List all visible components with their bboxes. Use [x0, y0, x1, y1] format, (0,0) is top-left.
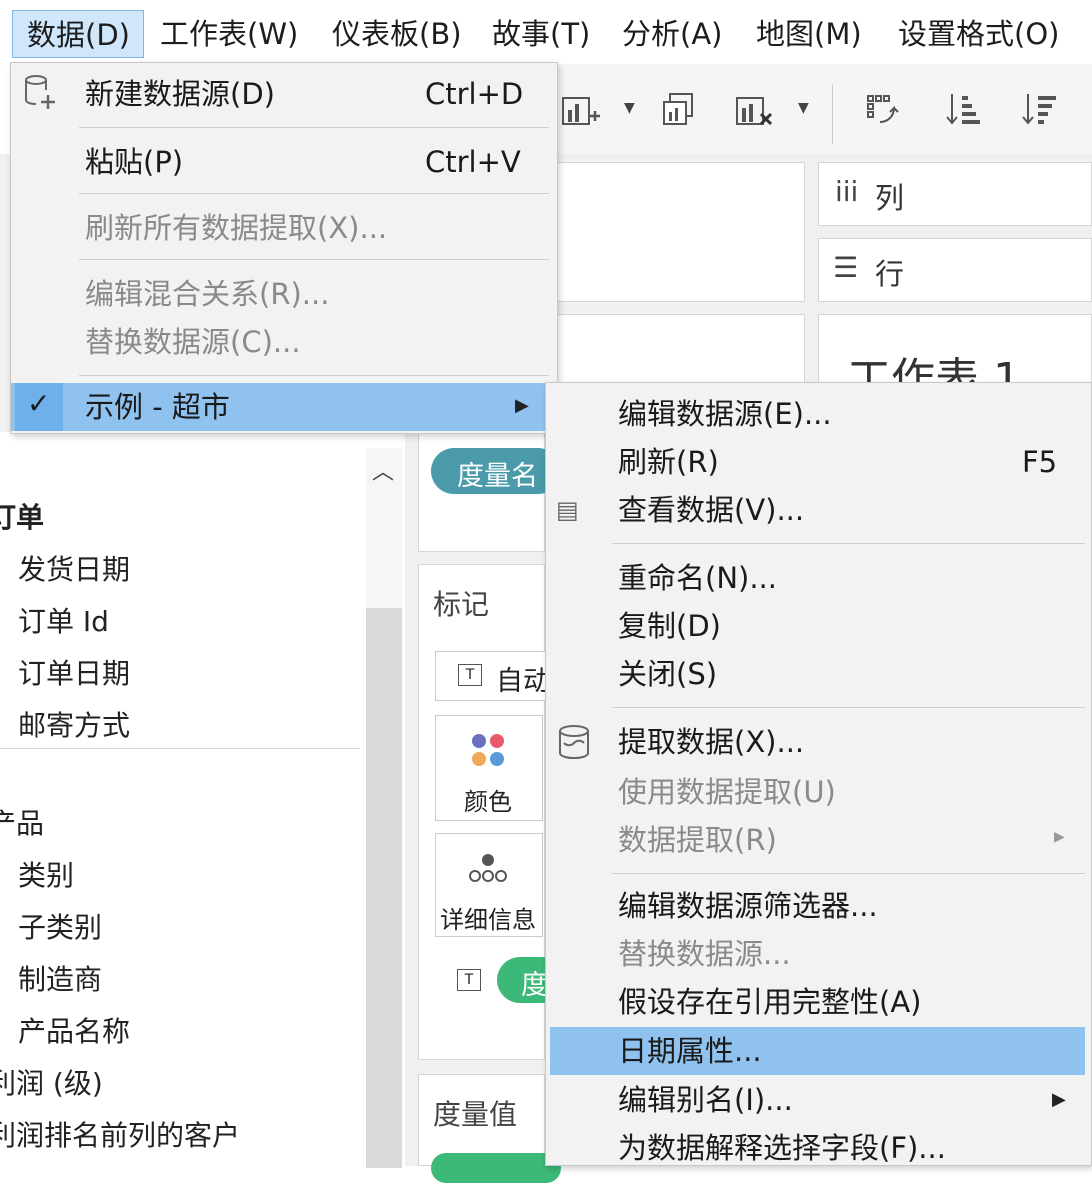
menu-item-duplicate[interactable]: 复制(D) — [546, 603, 1091, 649]
text-mark-icon: T — [458, 664, 482, 686]
menu-item-extract-data[interactable]: 提取数据(X)... — [546, 719, 1091, 765]
sheet-title: 工作表 1 — [847, 354, 1021, 384]
field-ship-date[interactable]: 发货日期 — [18, 548, 130, 588]
menu-item-replace-datasource[interactable]: 替换数据源... — [546, 931, 1091, 977]
measure-names-pill[interactable]: 度量名 — [431, 448, 561, 494]
field-top-customers[interactable]: 利润排名前列的客户 — [0, 1114, 240, 1154]
menu-item-edit-aliases[interactable]: 编辑别名(I)... ▶ — [546, 1077, 1091, 1123]
color-icon — [472, 734, 504, 766]
menu-worksheet[interactable]: 工作表(W) — [160, 10, 298, 58]
menu-item-date-properties[interactable]: 日期属性... — [550, 1027, 1085, 1075]
new-worksheet-icon[interactable] — [560, 86, 602, 134]
chevron-up-icon[interactable]: ︿ — [372, 454, 394, 486]
menu-item-edit-filters[interactable]: 编辑数据源筛选器... — [546, 883, 1091, 929]
menu-dashboard[interactable]: 仪表板(B) — [332, 10, 462, 58]
menu-data[interactable]: 数据(D) — [12, 10, 144, 58]
sort-ascending-icon[interactable] — [944, 86, 986, 134]
clear-sheet-icon[interactable] — [734, 86, 776, 134]
data-menu: 新建数据源(D) Ctrl+D 粘贴(P) Ctrl+V 刷新所有数据提取(X)… — [10, 62, 558, 434]
field-manufacturer[interactable]: 制造商 — [18, 958, 102, 998]
extract-icon — [559, 725, 589, 760]
scrollbar-thumb[interactable] — [366, 608, 402, 1168]
measure-values-title: 度量值 — [433, 1098, 518, 1131]
field-category[interactable]: 类别 — [18, 854, 74, 894]
menu-separator — [612, 543, 1085, 544]
chevron-down-icon[interactable]: ▼ — [798, 100, 809, 116]
marks-card: 标记 T 自动 颜色 详细信息 T 度 — [418, 564, 577, 1060]
data-pane-scrollbar[interactable]: ︿ — [366, 448, 402, 1168]
filters-shelf[interactable] — [545, 314, 805, 384]
menu-separator — [79, 193, 549, 194]
menu-separator — [79, 375, 549, 376]
menu-separator — [79, 127, 549, 128]
menu-map[interactable]: 地图(M) — [756, 10, 862, 58]
rows-shelf[interactable]: ☰ 行 — [818, 238, 1092, 302]
measure-value-pill[interactable] — [431, 1153, 561, 1183]
group-orders[interactable]: 订单 — [0, 496, 44, 536]
rows-label: 行 — [875, 257, 905, 291]
submenu-arrow-icon: ▶ — [1052, 1089, 1066, 1110]
columns-shelf[interactable]: iii 列 — [818, 162, 1092, 226]
field-profit-bin[interactable]: 利润 (级) — [0, 1062, 103, 1102]
detail-button[interactable]: 详细信息 — [435, 833, 543, 937]
swap-rows-columns-icon[interactable] — [864, 86, 906, 134]
menu-item-rename[interactable]: 重命名(N)... — [546, 555, 1091, 601]
pages-shelf[interactable] — [545, 162, 805, 302]
menu-analysis[interactable]: 分析(A) — [622, 10, 722, 58]
submenu-arrow-icon: ▶ — [1054, 829, 1065, 845]
columns-label: 列 — [875, 181, 905, 215]
toolbar-divider — [832, 84, 833, 144]
columns-icon: iii — [835, 175, 859, 208]
menu-item-close[interactable]: 关闭(S) — [546, 651, 1091, 697]
submenu-arrow-icon: ▶ — [515, 395, 529, 416]
marks-title: 标记 — [433, 588, 490, 621]
menu-item-extract[interactable]: 数据提取(R) ▶ — [546, 817, 1091, 863]
data-pane — [0, 432, 405, 1166]
sort-descending-icon[interactable] — [1020, 86, 1062, 134]
menu-item-view-data[interactable]: ▤ 查看数据(V)... — [546, 487, 1091, 533]
datasource-submenu: 编辑数据源(E)... 刷新(R) F5 ▤ 查看数据(V)... 重命名(N)… — [545, 382, 1092, 1166]
checkmark-icon: ✓ — [27, 387, 51, 420]
field-ship-mode[interactable]: 邮寄方式 — [18, 704, 130, 744]
menu-item-refresh-all-extracts[interactable]: 刷新所有数据提取(X)... — [11, 205, 557, 251]
menu-item-edit-blend[interactable]: 编辑混合关系(R)... — [11, 271, 557, 317]
menu-item-new-datasource[interactable]: 新建数据源(D) Ctrl+D — [11, 71, 557, 117]
menu-bar: 数据(D) 工作表(W) 仪表板(B) 故事(T) 分析(A) 地图(M) 设置… — [0, 0, 1092, 64]
menu-item-explain-fields[interactable]: 为数据解释选择字段(F)... — [546, 1125, 1091, 1171]
rows-icon: ☰ — [833, 251, 859, 284]
duplicate-sheet-icon[interactable] — [660, 86, 702, 134]
field-subcategory[interactable]: 子类别 — [18, 906, 102, 946]
menu-separator — [612, 873, 1085, 874]
menu-story[interactable]: 故事(T) — [492, 10, 590, 58]
mark-type-dropdown[interactable]: T 自动 — [435, 651, 557, 701]
view-area: 工作表 1 — [818, 314, 1092, 384]
menu-item-use-extract[interactable]: 使用数据提取(U) — [546, 769, 1091, 815]
menu-item-superstore[interactable]: ✓ 示例 - 超市 ▶ — [11, 383, 557, 431]
view-data-icon: ▤ — [556, 496, 579, 524]
field-order-date[interactable]: 订单日期 — [18, 652, 130, 692]
menu-separator — [612, 707, 1085, 708]
check-box-area: ✓ — [15, 383, 63, 431]
menu-separator — [79, 259, 549, 260]
group-products[interactable]: 产品 — [0, 802, 44, 842]
filters-card: 度量名 — [418, 432, 561, 552]
detail-icon — [469, 854, 507, 882]
divider — [0, 748, 360, 749]
menu-format[interactable]: 设置格式(O) — [898, 10, 1059, 58]
menu-item-refresh[interactable]: 刷新(R) F5 — [546, 439, 1091, 485]
measure-values-card: 度量值 — [418, 1074, 561, 1183]
menu-item-paste[interactable]: 粘贴(P) Ctrl+V — [11, 139, 557, 185]
menu-item-referential-integrity[interactable]: 假设存在引用完整性(A) — [546, 979, 1091, 1025]
menu-item-replace-datasource[interactable]: 替换数据源(C)... — [11, 319, 557, 365]
field-order-id[interactable]: 订单 Id — [18, 600, 109, 640]
field-product-name[interactable]: 产品名称 — [18, 1010, 130, 1050]
chevron-down-icon[interactable]: ▼ — [624, 100, 635, 116]
color-button[interactable]: 颜色 — [435, 715, 543, 821]
text-mark-icon: T — [457, 969, 481, 991]
menu-item-edit-datasource[interactable]: 编辑数据源(E)... — [546, 391, 1091, 437]
